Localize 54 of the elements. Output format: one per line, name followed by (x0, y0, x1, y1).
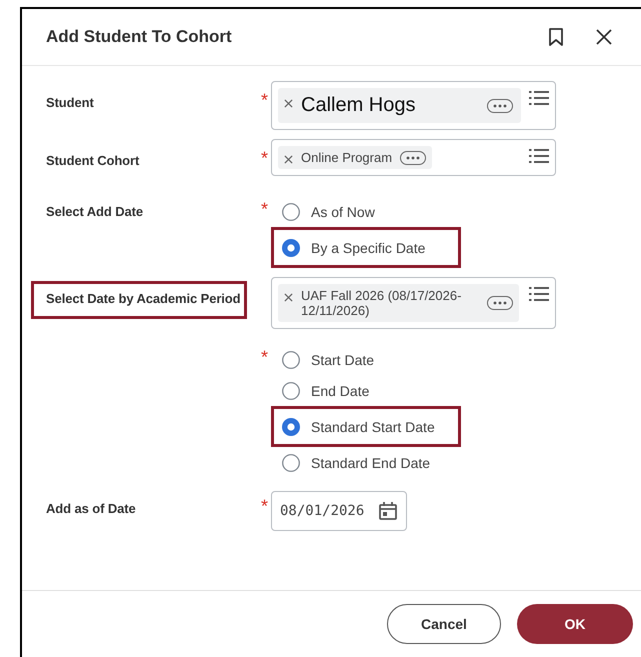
more-icon[interactable] (400, 150, 426, 164)
list-icon[interactable] (529, 90, 549, 106)
close-icon[interactable] (594, 27, 614, 47)
radio-button[interactable] (282, 454, 300, 472)
radio-option[interactable]: End Date (271, 375, 461, 406)
radio-button[interactable] (282, 418, 300, 436)
radio-button[interactable] (282, 202, 300, 220)
field-label: Select Add Date (46, 204, 143, 219)
option-label[interactable]: By a Specific Date (311, 240, 426, 256)
radio-option[interactable]: Standard Start Date (282, 418, 435, 436)
radio-button[interactable] (282, 350, 300, 368)
calendar-icon[interactable] (378, 501, 398, 521)
ok-button[interactable]: OK (517, 604, 633, 644)
option-label[interactable]: End Date (311, 382, 370, 398)
required-mark: * (261, 149, 270, 167)
prompt-field[interactable]: Online Program (271, 139, 556, 176)
more-icon[interactable] (487, 98, 513, 112)
required-mark: * (261, 348, 270, 366)
radio-option[interactable]: As of Now (271, 196, 461, 227)
remove-icon[interactable] (284, 293, 293, 302)
list-icon[interactable] (529, 148, 549, 164)
cancel-button[interactable]: Cancel (387, 604, 501, 644)
option-label[interactable]: Start Date (311, 352, 374, 368)
prompt-field[interactable]: UAF Fall 2026 (08/17/2026-12/11/2026) (271, 277, 556, 329)
required-mark: * (261, 91, 270, 109)
selected-chip[interactable]: Online Program (278, 146, 432, 169)
option-label[interactable]: Standard Start Date (311, 418, 435, 434)
chip-text: Callem Hogs (301, 94, 416, 117)
date-field[interactable]: 08/01/2026 (271, 491, 407, 531)
field-label: Student (46, 95, 94, 110)
selected-chip[interactable]: Callem Hogs (278, 88, 521, 123)
radio-button[interactable] (282, 382, 300, 400)
required-mark: * (261, 497, 270, 515)
remove-icon[interactable] (284, 99, 293, 108)
selected-chip[interactable]: UAF Fall 2026 (08/17/2026-12/11/2026) (278, 284, 519, 322)
chip-text: UAF Fall 2026 (08/17/2026-12/11/2026) (301, 288, 462, 318)
date-value: 08/01/2026 (280, 503, 364, 519)
required-mark: * (261, 200, 270, 218)
list-icon[interactable] (529, 286, 549, 302)
chip-text: Online Program (301, 150, 392, 165)
radio-option[interactable]: By a Specific Date (282, 238, 426, 256)
field-label: Add as of Date (46, 501, 136, 516)
radio-button[interactable] (282, 238, 300, 256)
field-label: Student Cohort (46, 153, 140, 168)
bookmark-icon[interactable] (546, 27, 566, 47)
dialog-title: Add Student To Cohort (46, 27, 233, 47)
remove-icon[interactable] (284, 155, 293, 164)
radio-option[interactable]: Standard End Date (271, 447, 461, 478)
more-icon[interactable] (487, 296, 513, 310)
radio-option[interactable]: Start Date (271, 344, 461, 375)
option-label[interactable]: As of Now (311, 204, 375, 220)
option-label[interactable]: Standard End Date (311, 454, 430, 470)
prompt-field[interactable]: Callem Hogs (271, 81, 556, 130)
field-label: Select Date by Academic Period (46, 291, 240, 306)
